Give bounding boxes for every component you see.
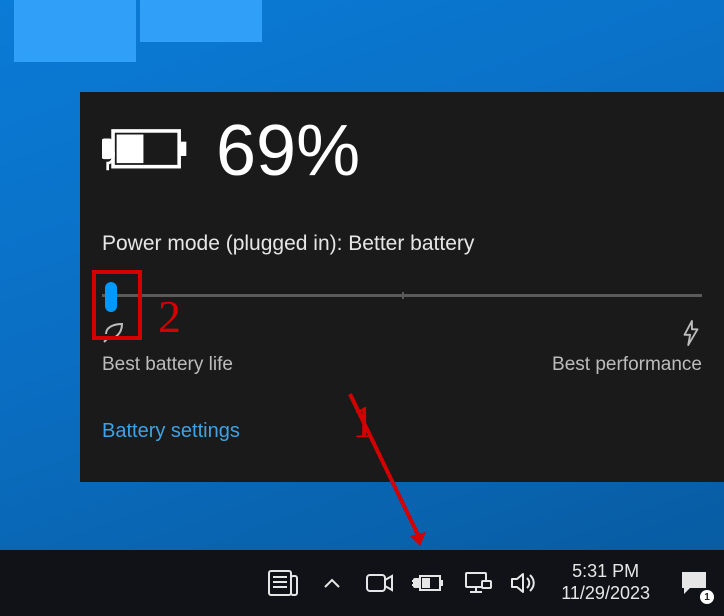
slider-endpoint-icons [102, 320, 702, 348]
network-tray-button[interactable] [455, 550, 501, 616]
meet-now-button[interactable] [357, 550, 403, 616]
bolt-icon [680, 320, 702, 346]
slider-max-label: Best performance [552, 354, 702, 376]
desktop: 69% Power mode (plugged in): Better batt… [0, 0, 724, 616]
power-mode-label: Power mode (plugged in): Better battery [102, 232, 702, 256]
clock-date: 11/29/2023 [561, 583, 650, 605]
battery-status-row: 69% [102, 110, 702, 192]
battery-tray-button[interactable] [403, 550, 455, 616]
speaker-icon [510, 571, 538, 595]
show-hidden-icons-button[interactable] [307, 550, 357, 616]
camera-icon [366, 572, 394, 594]
battery-charging-icon [412, 572, 446, 594]
news-icon [268, 570, 298, 596]
battery-flyout: 69% Power mode (plugged in): Better batt… [80, 92, 724, 482]
volume-tray-button[interactable] [501, 550, 547, 616]
clock-time: 5:31 PM [572, 561, 639, 583]
taskbar-clock[interactable]: 5:31 PM 11/29/2023 [547, 561, 664, 604]
network-icon [464, 571, 492, 595]
leaf-icon [102, 320, 126, 344]
chevron-up-icon [323, 577, 341, 589]
taskbar: 5:31 PM 11/29/2023 1 [0, 550, 724, 616]
battery-settings-link[interactable]: Battery settings [102, 420, 240, 443]
battery-percentage: 69% [216, 110, 360, 192]
window-decoration [14, 0, 264, 70]
action-center-button[interactable]: 1 [664, 550, 724, 616]
power-mode-slider[interactable] [102, 280, 702, 316]
battery-charging-icon [102, 122, 192, 181]
slider-labels: Best battery life Best performance [102, 354, 702, 376]
news-tray-button[interactable] [259, 550, 307, 616]
slider-tick [402, 292, 404, 299]
notification-badge: 1 [700, 590, 714, 604]
slider-thumb[interactable] [105, 282, 117, 312]
slider-min-label: Best battery life [102, 354, 233, 376]
